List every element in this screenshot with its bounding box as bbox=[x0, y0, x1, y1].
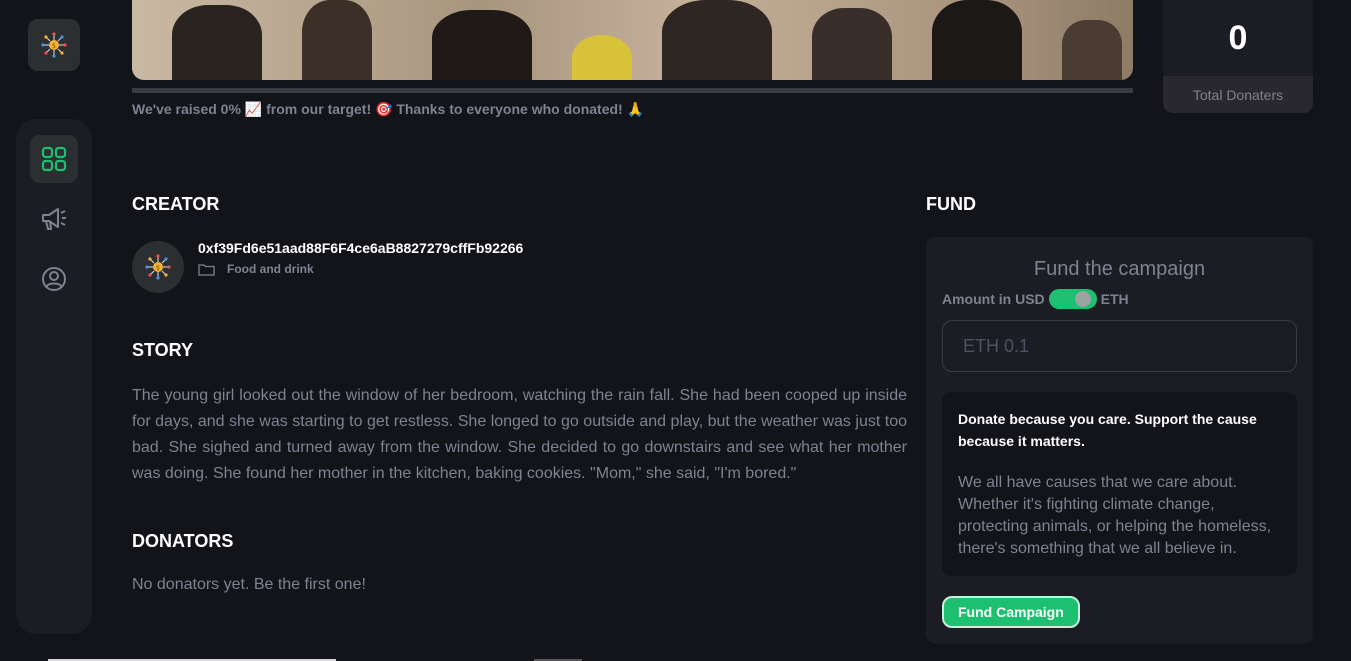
raised-message: We've raised 0% 📈 from our target! 🎯 Tha… bbox=[132, 101, 645, 117]
category-label: Food and drink bbox=[227, 262, 314, 276]
info-body-text: We all have causes that we care about. W… bbox=[958, 474, 1272, 557]
crowdfund-logo-icon: $ bbox=[41, 32, 67, 58]
sidebar-item-profile[interactable] bbox=[30, 255, 78, 303]
fund-campaign-button[interactable]: Fund Campaign bbox=[942, 596, 1080, 628]
svg-text:$: $ bbox=[52, 42, 56, 50]
creator-avatar: $ bbox=[132, 241, 184, 293]
campaign-image bbox=[132, 0, 1133, 80]
fund-heading: Fund the campaign bbox=[1033, 258, 1206, 280]
megaphone-icon bbox=[42, 208, 66, 230]
creator-category: Food and drink bbox=[198, 262, 314, 276]
story-text: The young girl looked out the window of … bbox=[132, 387, 907, 482]
folder-icon bbox=[198, 263, 215, 276]
fund-title: FUND bbox=[926, 194, 976, 214]
dashboard-grid-icon bbox=[41, 146, 67, 172]
currency-toggle-row: Amount in USD ETH bbox=[942, 289, 1129, 309]
creator-address: 0xf39Fd6e51aad88F6F4ce6aB8827279cffFb922… bbox=[198, 240, 524, 256]
currency-toggle[interactable] bbox=[1048, 289, 1097, 309]
sidebar-nav bbox=[16, 119, 92, 634]
total-donaters-card: 0 Total Donaters bbox=[1163, 0, 1313, 113]
sidebar-item-campaign[interactable] bbox=[30, 195, 78, 243]
total-donaters-value: 0 bbox=[1228, 18, 1248, 57]
svg-text:$: $ bbox=[156, 264, 160, 272]
donators-empty-text: No donators yet. Be the first one! bbox=[132, 576, 366, 593]
toggle-eth-label: ETH bbox=[1100, 291, 1129, 307]
funding-progress-bar bbox=[132, 88, 1133, 93]
total-donaters-label: Total Donaters bbox=[1163, 76, 1313, 113]
donators-title: DONATORS bbox=[132, 531, 234, 551]
crowdfund-logo-icon: $ bbox=[145, 254, 171, 280]
sidebar-item-dashboard[interactable] bbox=[30, 135, 78, 183]
profile-icon bbox=[42, 267, 66, 291]
toggle-usd-label: Amount in USD bbox=[942, 291, 1045, 307]
story-title: STORY bbox=[132, 340, 194, 360]
fund-card: Fund the campaign Amount in USD ETH Dona… bbox=[926, 237, 1313, 644]
amount-input[interactable] bbox=[942, 320, 1297, 372]
app-logo[interactable]: $ bbox=[28, 19, 80, 71]
creator-title: CREATOR bbox=[132, 194, 220, 214]
info-bold-text: Donate because you care. Support the cau… bbox=[958, 411, 1257, 449]
toggle-knob bbox=[1074, 291, 1091, 307]
fund-info-box: Donate because you care. Support the cau… bbox=[942, 392, 1297, 576]
